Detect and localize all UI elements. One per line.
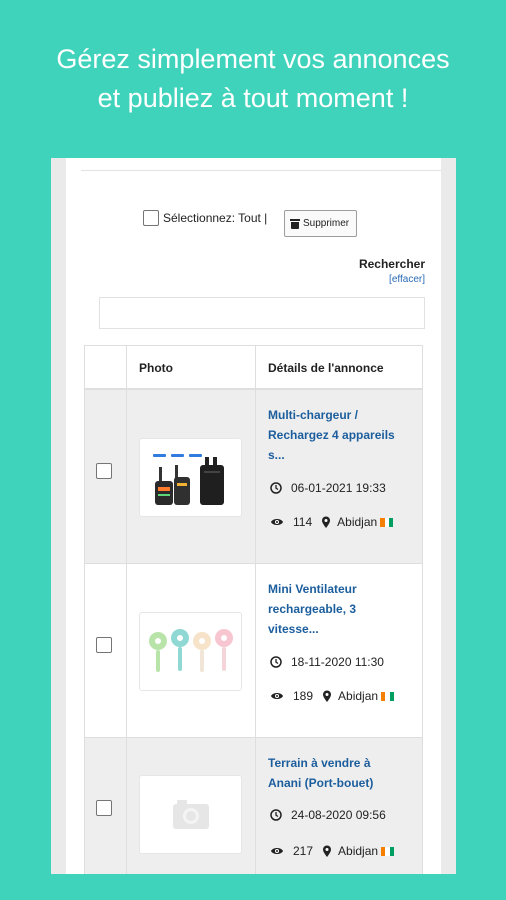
row-details-cell: Mini Ventilateur rechargeable, 3 vitesse… xyxy=(256,564,423,737)
map-pin-icon xyxy=(322,690,332,703)
ads-table: Photo Détails de l'annonce Multi-chargeu… xyxy=(84,345,423,874)
headline-line-1: Gérez simplement vos annonces xyxy=(56,44,450,74)
ad-views-count: 114 xyxy=(293,515,313,529)
phone-screen: Sélectionnez: Tout | Supprimer Recherche… xyxy=(51,158,456,874)
clock-icon xyxy=(270,656,282,668)
ad-title-line: Multi-chargeur / xyxy=(268,408,359,422)
column-header-photo: Photo xyxy=(139,361,173,375)
ad-title-link[interactable]: Mini Ventilateur rechargeable, 3 vitesse… xyxy=(268,579,418,639)
ad-title-line: rechargeable, 3 xyxy=(268,602,357,616)
row-check-cell xyxy=(85,738,127,874)
ad-date-text: 18-11-2020 11:30 xyxy=(291,655,384,669)
row-checkbox[interactable] xyxy=(96,463,112,479)
ad-views-count: 189 xyxy=(293,689,314,703)
delete-button-label: Supprimer xyxy=(303,218,350,229)
content-panel: Sélectionnez: Tout | Supprimer Recherche… xyxy=(66,158,441,874)
trash-icon xyxy=(290,218,300,229)
ad-date-text: 24-08-2020 09:56 xyxy=(291,808,386,822)
ad-date: 06-01-2021 19:33 xyxy=(270,481,386,495)
table-header: Photo Détails de l'annonce xyxy=(85,345,423,390)
row-details-cell: Terrain à vendre à Anani (Port-bouet) 24… xyxy=(256,738,423,874)
row-check-cell xyxy=(85,564,127,737)
clock-icon xyxy=(270,482,282,494)
eye-icon xyxy=(270,691,284,701)
ivory-coast-flag-icon xyxy=(381,846,395,856)
headline-line-2: et publiez à tout moment ! xyxy=(97,83,409,113)
eye-icon xyxy=(270,846,284,856)
row-checkbox[interactable] xyxy=(96,637,112,653)
header-details-cell: Détails de l'annonce xyxy=(256,346,423,388)
row-photo-cell xyxy=(127,738,256,874)
row-photo-cell xyxy=(127,390,256,563)
select-all-label: Sélectionnez: Tout | xyxy=(163,211,268,225)
ivory-coast-flag-icon xyxy=(380,517,394,527)
fan-photo[interactable] xyxy=(139,612,242,691)
ad-location: Abidjan xyxy=(338,689,379,703)
eye-icon xyxy=(270,517,284,527)
ad-title-line: Anani (Port-bouet) xyxy=(268,776,374,790)
ad-title-line: Rechargez 4 appareils xyxy=(268,428,395,442)
ad-title-link[interactable]: Multi-chargeur / Rechargez 4 appareils s… xyxy=(268,405,418,465)
search-input[interactable] xyxy=(99,297,425,329)
clock-icon xyxy=(270,809,282,821)
delete-button[interactable]: Supprimer xyxy=(284,210,358,237)
ad-title-line: Mini Ventilateur xyxy=(268,582,357,596)
table-row: Terrain à vendre à Anani (Port-bouet) 24… xyxy=(85,738,423,874)
row-details-cell: Multi-chargeur / Rechargez 4 appareils s… xyxy=(256,390,423,563)
ad-title-line: vitesse... xyxy=(268,622,319,636)
table-row: Mini Ventilateur rechargeable, 3 vitesse… xyxy=(85,564,423,738)
ad-title-line: s... xyxy=(268,448,285,462)
select-all-control: Sélectionnez: Tout | xyxy=(143,210,267,226)
ad-stats: 114 Abidjan xyxy=(270,515,394,529)
ad-date-text: 06-01-2021 19:33 xyxy=(291,481,386,495)
select-all-checkbox[interactable] xyxy=(143,210,159,226)
row-photo-cell xyxy=(127,564,256,737)
divider xyxy=(81,170,441,171)
ad-stats: 189 Abidjan xyxy=(270,689,395,703)
map-pin-icon xyxy=(322,845,332,858)
search-label: Rechercher xyxy=(358,257,425,271)
ad-stats: 217 Abidjan xyxy=(270,844,395,858)
charger-photo[interactable] xyxy=(139,438,242,517)
ad-title-line: Terrain à vendre à xyxy=(268,756,371,770)
clear-search-link[interactable]: [effacer] xyxy=(389,274,425,285)
camera-placeholder-icon[interactable] xyxy=(139,775,242,854)
promo-headline: Gérez simplement vos annonces et publiez… xyxy=(0,40,506,118)
ivory-coast-flag-icon xyxy=(381,691,395,701)
map-pin-icon xyxy=(321,516,331,529)
header-check-cell xyxy=(85,346,127,388)
header-photo-cell: Photo xyxy=(127,346,256,388)
ad-title-link[interactable]: Terrain à vendre à Anani (Port-bouet) xyxy=(268,753,418,793)
row-check-cell xyxy=(85,390,127,563)
ad-date: 18-11-2020 11:30 xyxy=(270,655,384,669)
ad-date: 24-08-2020 09:56 xyxy=(270,808,386,822)
table-row: Multi-chargeur / Rechargez 4 appareils s… xyxy=(85,390,423,564)
ad-location: Abidjan xyxy=(338,844,379,858)
column-header-details: Détails de l'annonce xyxy=(268,361,384,375)
ad-views-count: 217 xyxy=(293,844,314,858)
ad-location: Abidjan xyxy=(337,515,378,529)
row-checkbox[interactable] xyxy=(96,800,112,816)
